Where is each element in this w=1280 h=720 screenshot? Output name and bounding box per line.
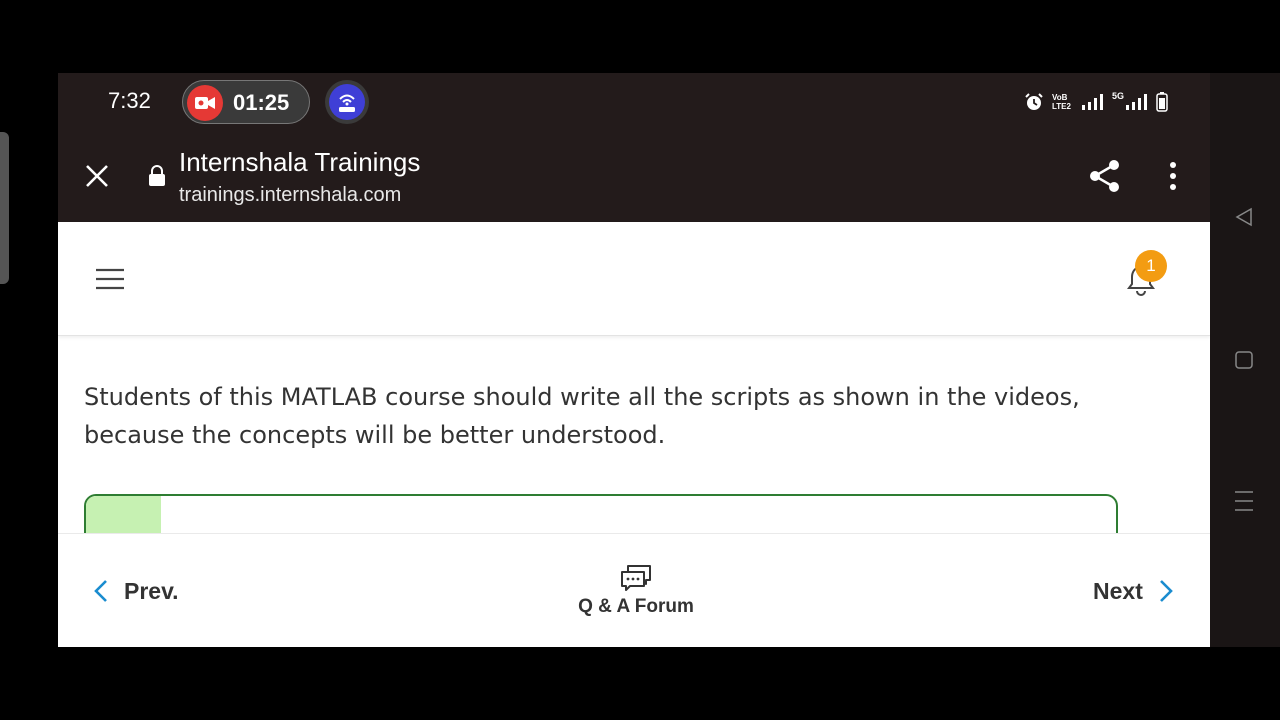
network-type-label: 5G	[1111, 91, 1124, 101]
bottom-navigation: Prev. Q & A Forum Next	[58, 533, 1210, 647]
volte-label: VoB LTE2	[1051, 93, 1071, 111]
screen-recorder-pill[interactable]: 01:25	[182, 80, 310, 124]
chat-icon	[621, 565, 651, 591]
system-navigation-bar	[1210, 73, 1280, 647]
signal-5g-icon	[1126, 94, 1147, 110]
page-url: trainings.internshala.com	[179, 184, 402, 206]
site-header: 1	[58, 222, 1210, 336]
next-button[interactable]: Next	[1093, 574, 1173, 608]
qa-forum-button[interactable]: Q & A Forum	[558, 564, 714, 618]
back-triangle-icon[interactable]	[1234, 207, 1254, 227]
chevron-left-icon	[94, 580, 107, 602]
battery-icon	[1156, 92, 1168, 112]
prev-label: Prev.	[124, 577, 179, 604]
chevron-right-icon	[1159, 580, 1173, 602]
close-icon[interactable]	[84, 163, 110, 189]
video-camera-icon	[187, 85, 223, 121]
home-lines-icon[interactable]	[1234, 490, 1254, 512]
alarm-icon	[1025, 93, 1043, 110]
status-icons: VoB LTE2 5G	[1024, 91, 1168, 113]
share-icon[interactable]	[1088, 159, 1122, 193]
phone-screen: 7:32 01:25 VoB LTE2 5G Internshala Train…	[58, 73, 1210, 647]
lesson-paragraph: Students of this MATLAB course should wr…	[84, 383, 1080, 449]
status-time: 7:32	[108, 88, 151, 113]
recents-square-icon[interactable]	[1234, 350, 1254, 370]
recording-timer: 01:25	[233, 90, 290, 115]
notification-badge: 1	[1135, 250, 1167, 282]
more-vert-icon[interactable]	[1166, 161, 1180, 191]
signal-icon	[1081, 94, 1103, 110]
prev-button[interactable]: Prev.	[94, 574, 179, 608]
next-label: Next	[1093, 577, 1143, 604]
wifi-router-icon	[329, 84, 365, 120]
menu-icon[interactable]	[95, 268, 125, 290]
hotspot-button[interactable]	[325, 80, 369, 124]
page-title: Internshala Trainings	[179, 147, 421, 177]
lock-icon[interactable]	[148, 165, 166, 187]
forum-label: Q & A Forum	[578, 596, 694, 617]
side-panel-handle[interactable]	[0, 132, 9, 284]
